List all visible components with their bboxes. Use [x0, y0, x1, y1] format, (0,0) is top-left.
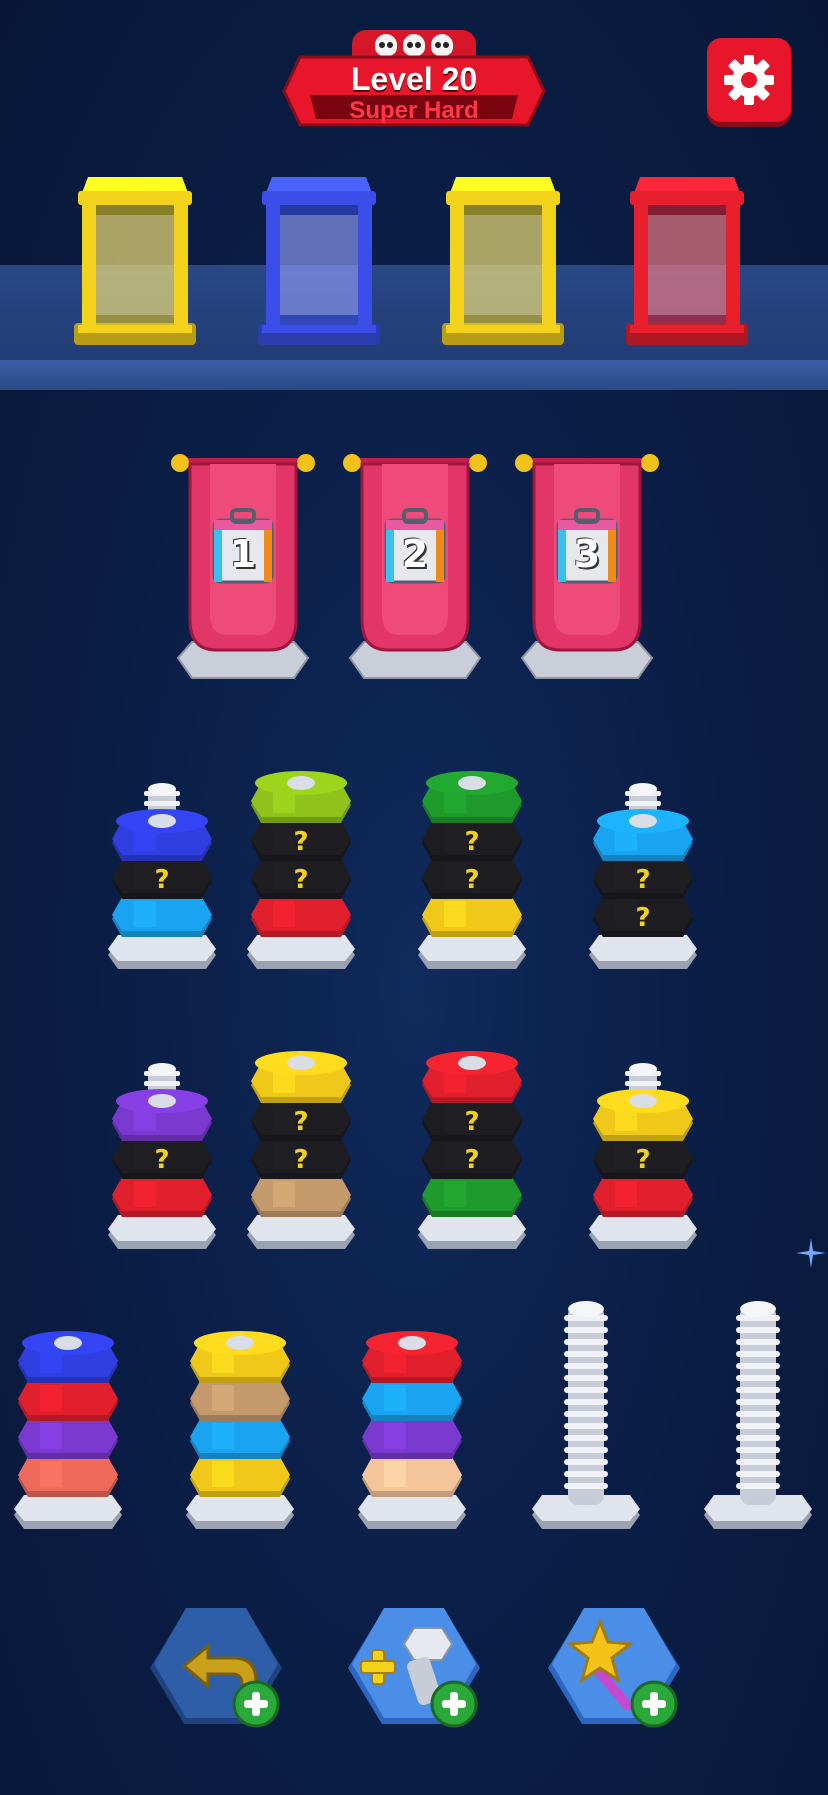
- level-banner: Level 20 Super Hard: [282, 55, 546, 127]
- bolt[interactable]: ? ?: [414, 995, 530, 1255]
- slot-number: 1: [229, 532, 257, 576]
- svg-text:?: ?: [635, 865, 650, 895]
- bolt[interactable]: [182, 1275, 298, 1535]
- svg-text:?: ?: [464, 1107, 479, 1137]
- sparkle-icon: [796, 1238, 826, 1268]
- bolt[interactable]: ? ?: [585, 715, 701, 975]
- svg-text:?: ?: [293, 1107, 308, 1137]
- svg-text:?: ?: [154, 865, 169, 895]
- magic-wand-button[interactable]: [544, 1606, 684, 1730]
- add-bolt-button[interactable]: [344, 1606, 484, 1730]
- level-title: Level 20: [350, 61, 478, 97]
- bolt[interactable]: ?: [585, 995, 701, 1255]
- bolt[interactable]: [10, 1275, 126, 1535]
- bolt[interactable]: [700, 1275, 816, 1535]
- collection-box: [256, 175, 382, 347]
- svg-text:?: ?: [464, 1145, 479, 1175]
- gear-icon: [724, 55, 774, 105]
- difficulty-label: Super Hard: [349, 97, 479, 124]
- collection-box: [72, 175, 198, 347]
- locked-slot-1[interactable]: 1: [170, 450, 316, 690]
- bolt[interactable]: [354, 1275, 470, 1535]
- svg-text:?: ?: [464, 827, 479, 857]
- skull-icon: [431, 34, 453, 56]
- skull-icon: [375, 34, 397, 56]
- undo-button[interactable]: [146, 1606, 286, 1730]
- collection-box: [440, 175, 566, 347]
- bolt[interactable]: [528, 1275, 644, 1535]
- svg-text:?: ?: [154, 1145, 169, 1175]
- bolt[interactable]: ?: [104, 715, 220, 975]
- bolt[interactable]: ? ?: [243, 995, 359, 1255]
- settings-button[interactable]: [707, 38, 791, 122]
- slot-number: 3: [573, 532, 601, 576]
- svg-text:?: ?: [293, 1145, 308, 1175]
- collection-box: [624, 175, 750, 347]
- locked-slot-3[interactable]: 3: [514, 450, 660, 690]
- svg-text:?: ?: [293, 865, 308, 895]
- svg-text:?: ?: [635, 903, 650, 933]
- svg-text:?: ?: [293, 827, 308, 857]
- bolt[interactable]: ? ?: [243, 715, 359, 975]
- bolt[interactable]: ?: [104, 995, 220, 1255]
- slot-number: 2: [401, 532, 429, 576]
- locked-slot-2[interactable]: 2: [342, 450, 488, 690]
- shelf-edge: [0, 360, 828, 390]
- svg-text:?: ?: [635, 1145, 650, 1175]
- svg-text:?: ?: [464, 865, 479, 895]
- bolt[interactable]: ? ?: [414, 715, 530, 975]
- skull-icon: [403, 34, 425, 56]
